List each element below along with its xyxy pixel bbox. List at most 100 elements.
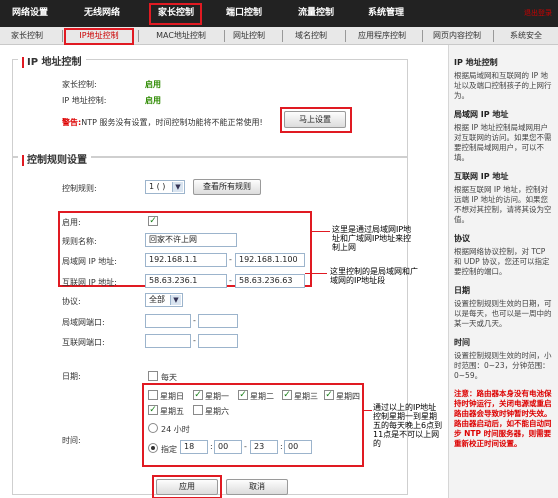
subnav-security[interactable]: 系统安全	[497, 27, 555, 45]
start-hour-input[interactable]: 18	[180, 440, 208, 454]
lan-ip-end-input[interactable]: 192.168.1.100	[235, 253, 305, 267]
divider	[138, 30, 139, 42]
parental-label: 家长控制:	[62, 80, 97, 89]
help-sidebar: IP 地址控制 根据局域网和互联网的 IP 地址以及端口控制孩子的上网行为。 局…	[448, 45, 558, 498]
protocol-select[interactable]: 全部 ▼	[145, 293, 183, 307]
ip-control-status: 启用	[145, 96, 161, 105]
friday-checkbox[interactable]: ✓	[148, 405, 158, 415]
help-text-protocol: 根据网络协议控制，对 TCP 和 UDP 协议，您还可以指定要控制的端口。	[454, 247, 550, 276]
wednesday-label: 星期三	[294, 392, 318, 401]
rule-panel-title: 控制规则设置	[18, 151, 91, 166]
everyday-checkbox[interactable]	[148, 371, 158, 381]
help-title-lan: 局域网 IP 地址	[454, 110, 509, 119]
cancel-button[interactable]: 取消	[226, 479, 288, 495]
rule-name-label: 规则名称:	[62, 237, 97, 246]
specify-label: 指定	[161, 445, 177, 454]
end-minute-input[interactable]: 00	[284, 440, 312, 454]
help-title-time: 时间	[454, 338, 470, 347]
lan-ip-start-input[interactable]: 192.168.1.1	[145, 253, 227, 267]
annotation-note-3: 通过以上的IP地址控制星期一到星期五的每天晚上6点到11点是不可以上网的	[373, 403, 443, 448]
highlight-box	[149, 3, 202, 25]
range-dash: -	[229, 276, 232, 285]
view-all-rules-button[interactable]: 查看所有规则	[193, 179, 261, 195]
date-label: 日期:	[62, 372, 81, 381]
main-content: IP 地址控制 家长控制: 启用 IP 地址控制: 启用 警告:NTP 服务没有…	[0, 45, 448, 498]
annotation-note-1: 这里是通过局域网IP地址和广域网IP地址来控制上网	[332, 225, 412, 252]
help-text-date: 设置控制规则生效的日期，可以是每天，也可以是一周中的某一天或几天。	[454, 299, 552, 328]
divider	[224, 30, 225, 42]
nav-traffic-control[interactable]: 流量控制	[290, 0, 342, 27]
wan-port-end-input[interactable]	[198, 334, 238, 348]
divider	[422, 30, 423, 42]
tuesday-checkbox[interactable]: ✓	[238, 390, 248, 400]
rule-label: 控制规则:	[62, 184, 97, 193]
help-text-lan: 根据 IP 地址控制局域网用户对互联网的访问。如果您不需要控制局域网用户，可以不…	[454, 123, 552, 162]
wednesday-checkbox[interactable]: ✓	[282, 390, 292, 400]
help-title-protocol: 协议	[454, 234, 470, 243]
ntp-warning: 警告:NTP 服务没有设置，时间控制功能将不能正常使用!	[62, 118, 263, 127]
wan-ip-label: 互联网 IP 地址:	[62, 278, 117, 287]
tuesday-label: 星期二	[250, 392, 274, 401]
annotation-arrow	[305, 273, 327, 274]
divider	[493, 30, 494, 42]
chevron-down-icon: ▼	[172, 182, 183, 192]
divider	[345, 30, 346, 42]
saturday-checkbox[interactable]	[193, 405, 203, 415]
time-separator: :	[280, 442, 283, 451]
ip-control-label: IP 地址控制:	[62, 96, 107, 105]
subnav-app-control[interactable]: 应用程序控制	[349, 27, 415, 45]
subnav-mac-control[interactable]: MAC地址控制	[142, 27, 220, 45]
friday-label: 星期五	[160, 407, 184, 416]
sunday-checkbox[interactable]	[148, 390, 158, 400]
enable-checkbox[interactable]: ✓	[148, 216, 158, 226]
lan-ip-label: 局域网 IP 地址:	[62, 257, 117, 266]
wan-ip-end-input[interactable]: 58.63.236.63	[235, 274, 305, 288]
subnav-parental[interactable]: 家长控制	[2, 27, 52, 45]
nav-port-control[interactable]: 端口控制	[218, 0, 270, 27]
range-dash: -	[193, 336, 196, 345]
lan-port-end-input[interactable]	[198, 314, 238, 328]
top-nav: 网络设置 无线网络 家长控制 端口控制 流量控制 系统管理 退出登录	[0, 0, 558, 27]
highlight-box	[280, 107, 352, 133]
protocol-label: 协议:	[62, 297, 81, 306]
everyday-label: 每天	[161, 373, 177, 382]
specify-radio[interactable]	[148, 443, 158, 453]
apply-button[interactable]: 应用	[156, 479, 218, 495]
subnav-url-control[interactable]: 网址控制	[226, 27, 272, 45]
ip-panel-title: IP 地址控制	[18, 53, 86, 68]
time-separator: :	[210, 442, 213, 451]
thursday-checkbox[interactable]: ✓	[324, 390, 334, 400]
wan-port-start-input[interactable]	[145, 334, 191, 348]
logout-link[interactable]: 退出登录	[524, 0, 552, 27]
help-text-wan: 根据互联网 IP 地址，控制对远端 IP 地址的访问。如果您不想对其控制，请将其…	[454, 185, 552, 224]
nav-wireless[interactable]: 无线网络	[76, 0, 128, 27]
divider	[62, 30, 63, 42]
help-text-time: 设置控制规则生效的时间，小时范围：0~23，分钟范围：0~59。	[454, 351, 552, 380]
h24-label: 24 小时	[161, 425, 190, 434]
annotation-arrow	[312, 231, 330, 232]
help-title-date: 日期	[454, 286, 470, 295]
range-dash: -	[244, 442, 247, 451]
lan-port-start-input[interactable]	[145, 314, 191, 328]
help-title-wan: 互联网 IP 地址	[454, 172, 509, 181]
start-minute-input[interactable]: 00	[214, 440, 242, 454]
range-dash: -	[229, 255, 232, 264]
monday-label: 星期一	[205, 392, 229, 401]
chevron-down-icon: ▼	[170, 295, 181, 305]
help-warning: 注意：路由器本身没有电池保持时钟运行，关闭电源或重启路由器会导致时钟暂时失效。路…	[454, 389, 552, 448]
nav-network-settings[interactable]: 网络设置	[4, 0, 56, 27]
highlight-box	[64, 28, 134, 45]
monday-checkbox[interactable]: ✓	[193, 390, 203, 400]
subnav-domain-control[interactable]: 域名控制	[286, 27, 336, 45]
help-title-ip: IP 地址控制	[454, 58, 498, 67]
parental-status: 启用	[145, 80, 161, 89]
subnav-content-control[interactable]: 网页内容控制	[424, 27, 490, 45]
rule-name-input[interactable]: 回家不许上网	[145, 233, 237, 247]
h24-radio[interactable]	[148, 423, 158, 433]
lan-port-label: 局域网端口:	[62, 318, 105, 327]
wan-ip-start-input[interactable]: 58.63.236.1	[145, 274, 227, 288]
rule-select[interactable]: 1 ( ) ▼	[145, 180, 185, 194]
nav-system-admin[interactable]: 系统管理	[360, 0, 412, 27]
end-hour-input[interactable]: 23	[250, 440, 278, 454]
time-label: 时间:	[62, 436, 81, 445]
